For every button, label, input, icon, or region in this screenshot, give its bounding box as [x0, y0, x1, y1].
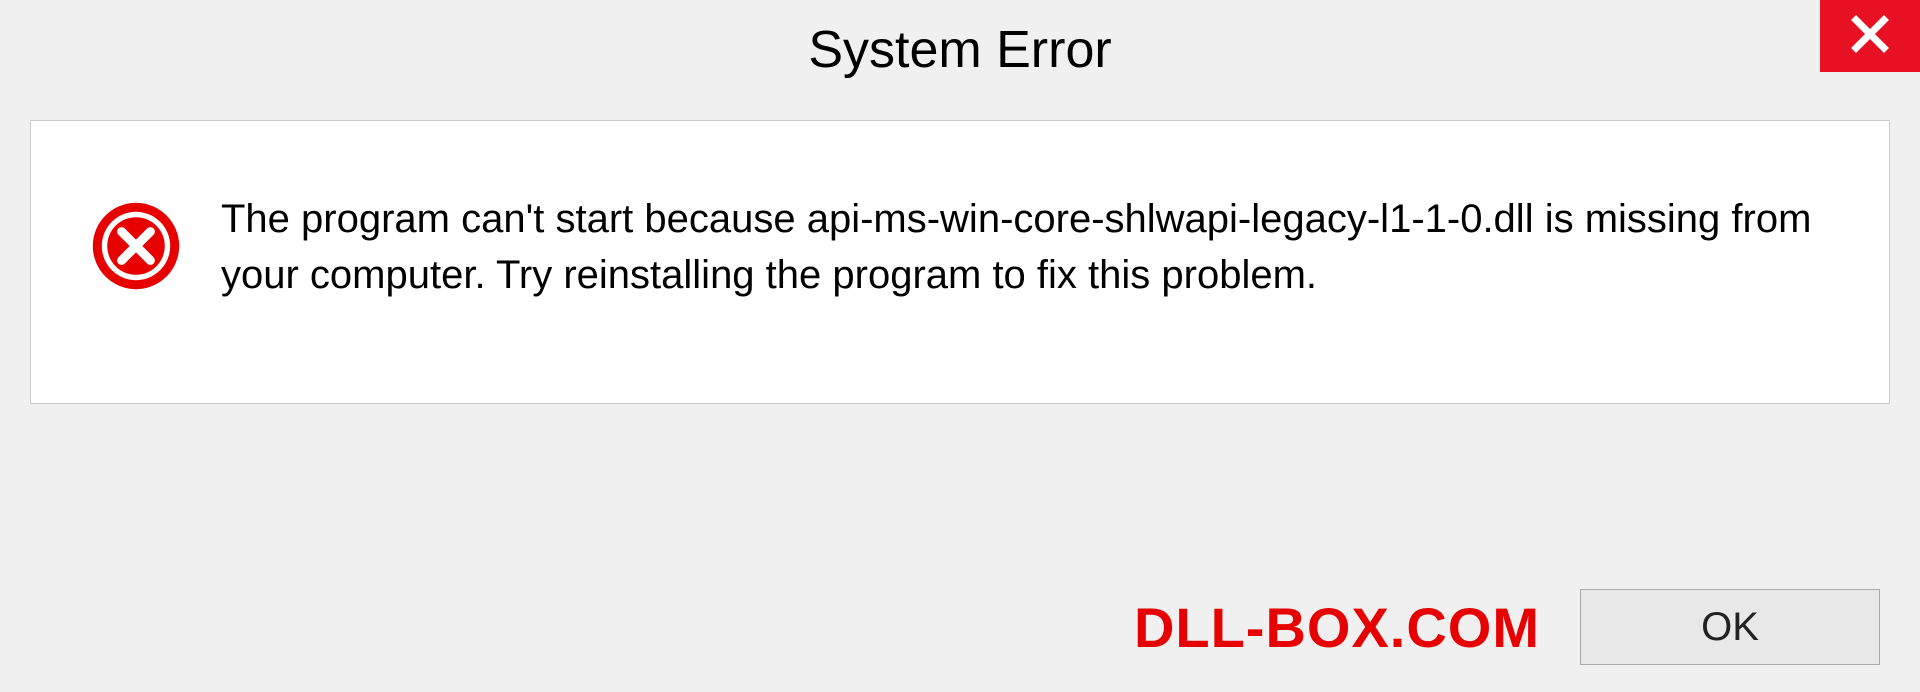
dialog-title: System Error [808, 20, 1111, 80]
error-message: The program can't start because api-ms-w… [221, 191, 1829, 303]
title-bar: System Error [0, 0, 1920, 100]
dialog-footer: DLL-BOX.COM OK [0, 562, 1920, 692]
close-button[interactable] [1820, 0, 1920, 72]
watermark-text: DLL-BOX.COM [1134, 595, 1540, 660]
message-panel: The program can't start because api-ms-w… [30, 120, 1890, 404]
error-icon [91, 201, 181, 291]
close-icon [1850, 14, 1890, 59]
ok-button[interactable]: OK [1580, 589, 1880, 665]
